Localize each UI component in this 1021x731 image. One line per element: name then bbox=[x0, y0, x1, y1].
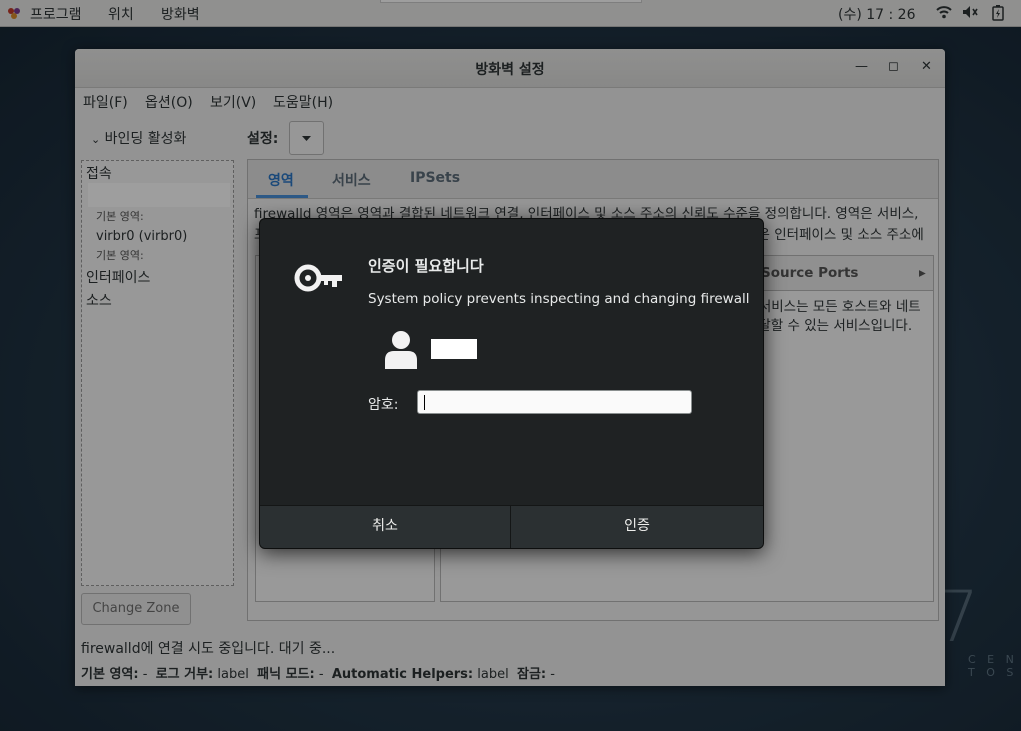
password-label: 암호: bbox=[368, 397, 399, 413]
dialog-message: System policy prevents inspecting and ch… bbox=[368, 291, 750, 307]
authenticate-button[interactable]: 인증 bbox=[511, 506, 763, 548]
cancel-button[interactable]: 취소 bbox=[260, 506, 511, 548]
dialog-button-bar: 취소 인증 bbox=[260, 505, 763, 548]
password-input[interactable] bbox=[417, 390, 692, 414]
user-icon bbox=[385, 331, 417, 369]
text-caret bbox=[424, 395, 425, 410]
user-name-redacted bbox=[431, 339, 477, 359]
dialog-title: 인증이 필요합니다 bbox=[368, 257, 484, 275]
key-icon bbox=[294, 264, 342, 292]
authentication-dialog: 인증이 필요합니다 System policy prevents inspect… bbox=[259, 218, 764, 549]
